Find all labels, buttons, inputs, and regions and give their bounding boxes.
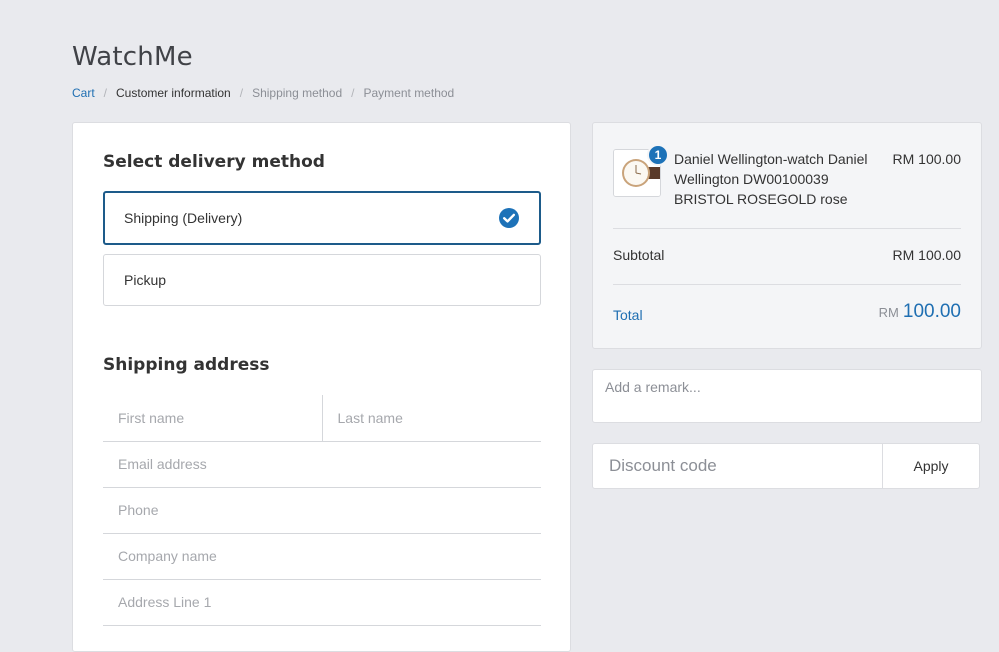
company-name-field[interactable]: Company name: [103, 533, 541, 579]
delivery-option-label: Shipping (Delivery): [124, 210, 243, 226]
summary-divider: [613, 284, 961, 285]
breadcrumb-separator: /: [351, 86, 355, 100]
order-summary-card: 1 Daniel Wellington-watch Daniel Welling…: [592, 122, 982, 349]
total-currency: RM: [878, 305, 899, 320]
product-price: RM 100.00: [892, 151, 961, 167]
delivery-option-label: Pickup: [124, 272, 167, 288]
check-circle-icon: [499, 208, 519, 228]
total-value: RM 100.00: [879, 301, 961, 323]
discount-code-input[interactable]: Discount code: [593, 444, 882, 488]
subtotal-label: Subtotal: [613, 247, 665, 263]
total-label: Total: [613, 307, 643, 323]
quantity-badge: 1: [647, 144, 669, 166]
total-amount: 100.00: [902, 301, 961, 322]
email-field[interactable]: Email address: [103, 441, 541, 487]
breadcrumb-separator: /: [239, 86, 244, 100]
summary-divider: [613, 228, 961, 229]
name-row: First name Last name: [103, 395, 541, 442]
apply-discount-button[interactable]: Apply: [882, 444, 979, 488]
shipping-address-heading: Shipping address: [103, 355, 270, 375]
delivery-option-pickup[interactable]: Pickup: [103, 254, 541, 306]
breadcrumb-separator: /: [103, 86, 108, 100]
breadcrumb-shipping-method: Shipping method: [252, 86, 343, 100]
checkout-form-card: Select delivery method Shipping (Deliver…: [72, 122, 571, 652]
company-row: Company name: [103, 533, 541, 580]
subtotal-value: RM 100.00: [892, 247, 961, 263]
first-name-field[interactable]: First name: [103, 395, 322, 441]
phone-field[interactable]: Phone: [103, 487, 541, 533]
email-row: Email address: [103, 441, 541, 488]
delivery-method-heading: Select delivery method: [103, 152, 325, 172]
discount-form: Discount code Apply: [592, 443, 980, 489]
breadcrumb-cart[interactable]: Cart: [72, 86, 95, 100]
store-title: WatchMe: [72, 42, 193, 72]
breadcrumb-payment-method: Payment method: [363, 86, 455, 100]
phone-row: Phone: [103, 487, 541, 534]
address-line-1-row: Address Line 1: [103, 579, 541, 626]
address-line-1-field[interactable]: Address Line 1: [103, 579, 541, 625]
breadcrumb: Cart / Customer information / Shipping m…: [72, 86, 454, 100]
breadcrumb-customer-information: Customer information: [116, 86, 231, 100]
delivery-option-shipping[interactable]: Shipping (Delivery): [103, 191, 541, 245]
remark-input[interactable]: Add a remark...: [592, 369, 982, 423]
product-name: Daniel Wellington-watch Daniel Wellingto…: [674, 151, 868, 207]
last-name-field[interactable]: Last name: [321, 395, 542, 441]
